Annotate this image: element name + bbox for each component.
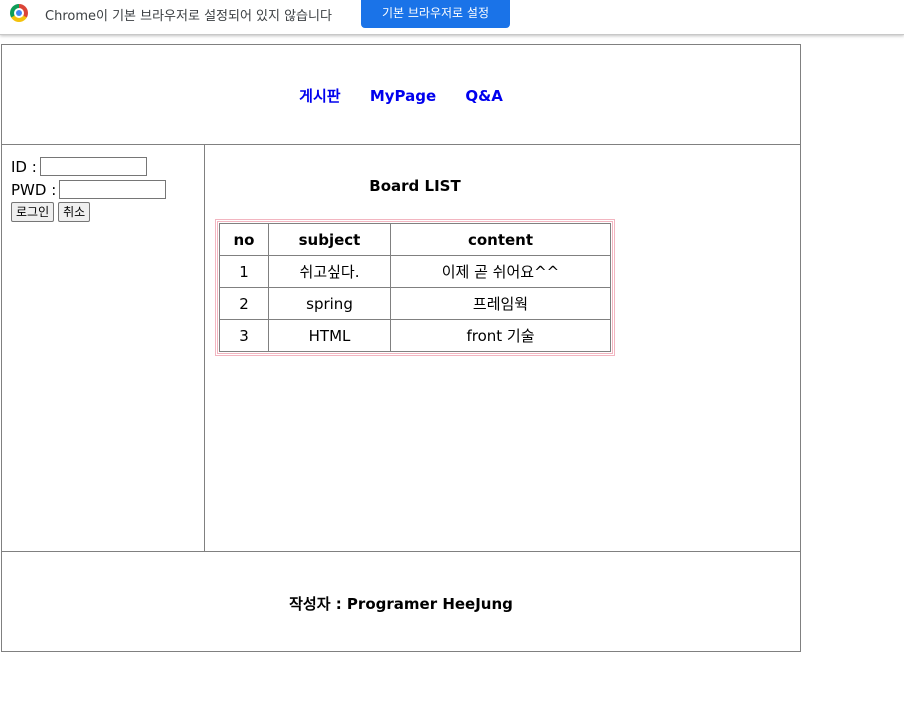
cell-subject: 쉬고싶다. (268, 255, 391, 288)
chrome-logo-icon (10, 4, 28, 22)
login-buttons: 로그인 취소 (11, 202, 204, 222)
pwd-input[interactable] (59, 180, 167, 199)
footer-author: 작성자 : Programer HeeJung (289, 595, 513, 613)
column-header-no: no (219, 223, 269, 256)
infobar-message: Chrome이 기본 브라우저로 설정되어 있지 않습니다 (45, 9, 332, 24)
set-default-browser-button[interactable]: 기본 브라우저로 설정 (361, 0, 510, 28)
column-header-subject: subject (268, 223, 391, 256)
id-label: ID : (11, 157, 37, 176)
page-layout: 게시판 MyPage Q&A ID : PWD : 로그인 취소 Board LI… (1, 44, 801, 652)
nav-link-mypage[interactable]: MyPage (370, 87, 436, 105)
id-row: ID : (11, 155, 204, 178)
header: 게시판 MyPage Q&A (2, 45, 800, 145)
cell-subject: HTML (268, 319, 391, 352)
id-input[interactable] (39, 157, 147, 176)
cell-subject: spring (268, 287, 391, 320)
pwd-row: PWD : (11, 178, 204, 201)
table-row: 2 spring 프레임웍 (219, 287, 611, 320)
cell-no: 2 (219, 287, 269, 320)
cancel-button[interactable]: 취소 (58, 202, 91, 222)
login-sidebar: ID : PWD : 로그인 취소 (2, 145, 205, 551)
cell-no: 1 (219, 255, 269, 288)
nav-link-board[interactable]: 게시판 (299, 87, 340, 105)
cell-no: 3 (219, 319, 269, 352)
cell-content: 프레임웍 (390, 287, 611, 320)
pwd-label: PWD : (11, 180, 57, 199)
table-row: 1 쉬고싶다. 이제 곧 쉬어요^^ (219, 255, 611, 288)
column-header-content: content (390, 223, 611, 256)
nav-link-qna[interactable]: Q&A (465, 87, 502, 105)
footer: 작성자 : Programer HeeJung (2, 551, 800, 651)
cell-content: front 기술 (390, 319, 611, 352)
board-title: Board LIST (369, 177, 461, 195)
table-header-row: no subject content (219, 223, 611, 256)
board-table: no subject content 1 쉬고싶다. 이제 곧 쉬어요^^ 2 … (219, 223, 611, 352)
main-nav: 게시판 MyPage Q&A (2, 85, 800, 106)
main-content: Board LIST no subject content 1 쉬고싶다. 이제… (205, 145, 800, 551)
cell-content: 이제 곧 쉬어요^^ (390, 255, 611, 288)
chrome-infobar: Chrome이 기본 브라우저로 설정되어 있지 않습니다 기본 브라우저로 설… (0, 0, 904, 35)
login-button[interactable]: 로그인 (11, 202, 55, 222)
board-table-frame: no subject content 1 쉬고싶다. 이제 곧 쉬어요^^ 2 … (215, 219, 615, 356)
table-row: 3 HTML front 기술 (219, 319, 611, 352)
